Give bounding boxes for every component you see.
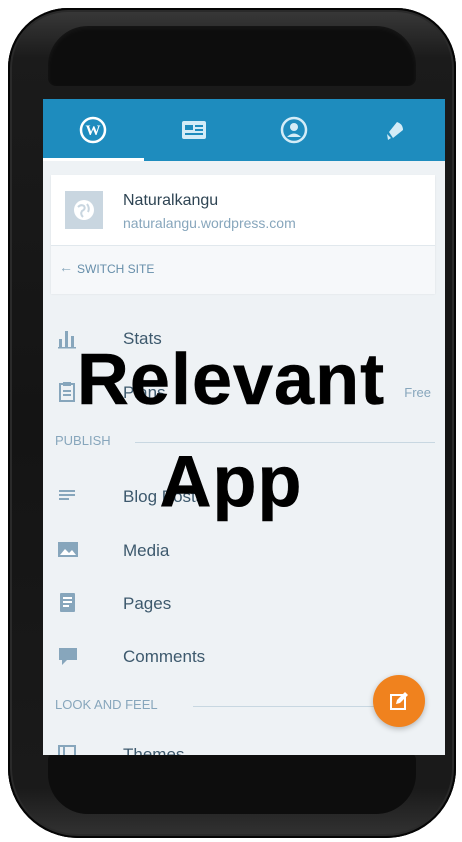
image-icon <box>58 542 78 557</box>
site-avatar <box>65 191 103 229</box>
themes-icon <box>58 745 76 755</box>
overlay-title-line2: App <box>159 442 303 522</box>
tab-notifications[interactable] <box>345 99 446 161</box>
phone-top-bezel <box>48 26 416 86</box>
menu-item-comments[interactable]: Comments <box>43 637 445 677</box>
profile-icon <box>281 116 308 144</box>
svg-text:W: W <box>86 123 101 139</box>
reader-icon <box>181 121 206 139</box>
switch-site-label: SWITCH SITE <box>77 262 155 276</box>
bell-icon <box>386 122 403 140</box>
current-site[interactable]: Naturalkangu naturalangu.wordpress.com <box>51 175 435 245</box>
menu-item-pages[interactable]: Pages <box>43 584 445 624</box>
phone-bottom-bezel <box>48 752 416 814</box>
site-name: Naturalkangu <box>123 192 219 209</box>
section-divider <box>193 706 375 707</box>
menu-item-themes[interactable]: Themes <box>43 735 445 755</box>
arrow-left-icon: ← <box>59 259 73 275</box>
tab-me[interactable] <box>244 99 345 161</box>
tab-my-sites[interactable]: W <box>43 99 144 161</box>
menu-label-media: Media <box>123 541 170 560</box>
app-screen: W Naturalkangu naturalangu.wordpress.com… <box>43 99 445 755</box>
tab-reader[interactable] <box>144 99 245 161</box>
edit-icon <box>390 692 408 710</box>
menu-label-pages: Pages <box>123 594 172 613</box>
menu-label-comments: Comments <box>123 647 206 666</box>
top-tab-bar: W <box>43 99 445 161</box>
section-label-look: LOOK AND FEEL <box>55 697 158 712</box>
menu-item-media[interactable]: Media <box>43 531 445 571</box>
switch-site-button[interactable]: ← SWITCH SITE <box>51 245 435 294</box>
new-post-button[interactable] <box>373 675 425 727</box>
page-icon <box>60 593 75 612</box>
wordpress-icon: W <box>80 116 107 144</box>
site-url: naturalangu.wordpress.com <box>123 215 296 231</box>
globe-icon <box>74 200 94 220</box>
site-card: Naturalkangu naturalangu.wordpress.com ←… <box>51 175 435 294</box>
comment-icon <box>59 648 77 665</box>
menu-label-themes: Themes <box>123 745 185 755</box>
overlay-title-line1: Relevant <box>76 340 386 420</box>
